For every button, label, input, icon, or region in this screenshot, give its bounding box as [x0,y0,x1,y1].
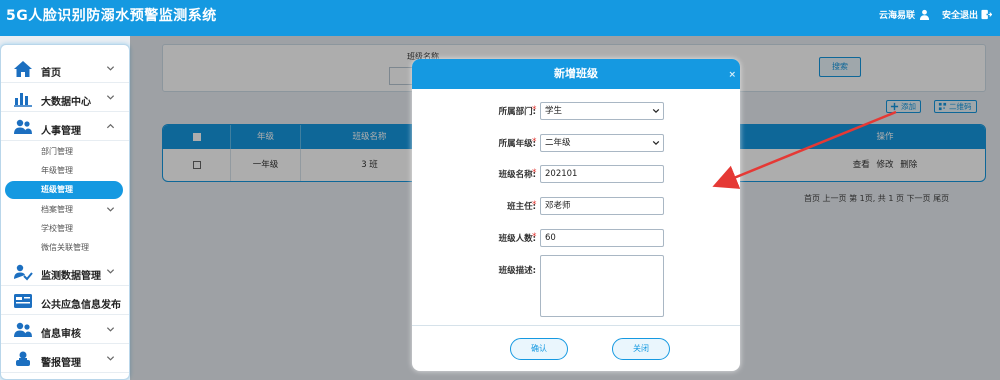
grade-select[interactable]: 二年级 [540,134,664,152]
sidebar-item-audit[interactable]: 信息审核 [1,316,129,344]
submenu-archive[interactable]: 档案管理 [5,201,123,219]
submenu-department[interactable]: 部门管理 [5,143,123,161]
class-name-input[interactable]: 202101 [540,165,664,183]
add-class-dialog: 新增班级 × 所属部门: * 学生 所属年级: * 二年级 班级名称: * 20… [412,59,740,371]
required-mark: * [532,168,537,178]
required-mark: * [532,105,537,115]
submenu-class[interactable]: 班级管理 [5,181,123,199]
required-mark: * [532,137,537,147]
sidebar-item-label: 首页 [41,68,61,79]
chevron-down-icon [106,269,115,274]
form-row-teacher: 班主任: * 邓老师 [412,197,740,215]
user-icon [919,9,930,20]
logout-label: 安全退出 [941,11,978,21]
department-select[interactable]: 学生 [540,102,664,120]
required-mark: * [532,200,537,210]
chevron-down-icon [106,356,115,361]
field-label: 所属部门: [498,107,536,117]
users-icon [14,119,32,134]
user-menu[interactable]: 云海易联 [879,8,930,21]
close-icon[interactable]: × [728,60,736,90]
home-icon [14,61,32,77]
sidebar-item-home[interactable]: 首页 [1,55,129,83]
form-row-grade: 所属年级: * 二年级 [412,134,740,152]
grade-value: 二年级 [545,138,571,148]
confirm-button[interactable]: 确认 [510,338,568,360]
field-label: 所属年级: [498,139,536,149]
audit-icon [14,322,32,337]
form-row-count: 班级人数: * 60 [412,229,740,247]
sidebar-item-label: 公共应急信息发布 [41,300,121,311]
field-label: 班级人数: [498,234,536,244]
description-textarea[interactable] [540,255,664,317]
sidebar-item-label: 信息审核 [41,329,81,340]
dialog-header: 新增班级 × [412,59,740,89]
chevron-down-icon [106,207,115,212]
submenu-wechat[interactable]: 微信关联管理 [5,239,123,257]
sidebar-item-emergency[interactable]: 公共应急信息发布 [1,287,129,315]
sidebar-item-monitor-data[interactable]: 监测数据管理 [1,258,129,286]
close-button[interactable]: 关闭 [612,338,670,360]
chevron-down-icon [106,95,115,100]
sidebar-item-label: 大数据中心 [41,97,91,108]
sidebar-item-label: 人事管理 [41,126,81,137]
sidebar-item-personnel[interactable]: 人事管理 [1,113,129,141]
sidebar-item-label: 警报管理 [41,358,81,369]
chevron-down-icon [106,327,115,332]
form-row-class-name: 班级名称: * 202101 [412,165,740,183]
sidebar-item-alarm[interactable]: 警报管理 [1,345,129,373]
sidebar: 首页 大数据中心 人事管理 部门管理 年级管理 班级管理 档案管理 学校管理 微… [0,44,130,380]
chart-icon [14,93,32,107]
logout-icon [981,9,992,20]
submenu-grade[interactable]: 年级管理 [5,162,123,180]
logout-button[interactable]: 安全退出 [942,8,992,21]
field-label: 班级描述: [498,266,536,276]
alarm-icon [16,351,30,366]
chevron-down-icon [106,66,115,71]
chevron-down-icon [652,108,660,114]
user-name: 云海易联 [878,11,915,21]
chevron-down-icon [652,140,660,146]
field-label: 班级名称: [498,170,536,180]
app-title: 5G人脸识别防溺水预警监测系统 [6,8,217,24]
data-monitor-icon [14,264,33,281]
teacher-input[interactable]: 邓老师 [540,197,664,215]
dialog-footer: 确认 关闭 [412,325,740,371]
student-count-input[interactable]: 60 [540,229,664,247]
sidebar-item-label: 监测数据管理 [41,271,101,282]
dialog-title: 新增班级 [554,67,598,80]
chevron-up-icon [106,123,115,129]
submenu-school[interactable]: 学校管理 [5,220,123,238]
top-header: 5G人脸识别防溺水预警监测系统 云海易联 安全退出 [0,0,1000,36]
broadcast-icon [14,294,32,308]
department-value: 学生 [545,106,563,116]
required-mark: * [532,232,537,242]
form-row-department: 所属部门: * 学生 [412,102,740,120]
submenu-archive-label: 档案管理 [41,205,73,214]
sidebar-item-bigdata[interactable]: 大数据中心 [1,84,129,112]
